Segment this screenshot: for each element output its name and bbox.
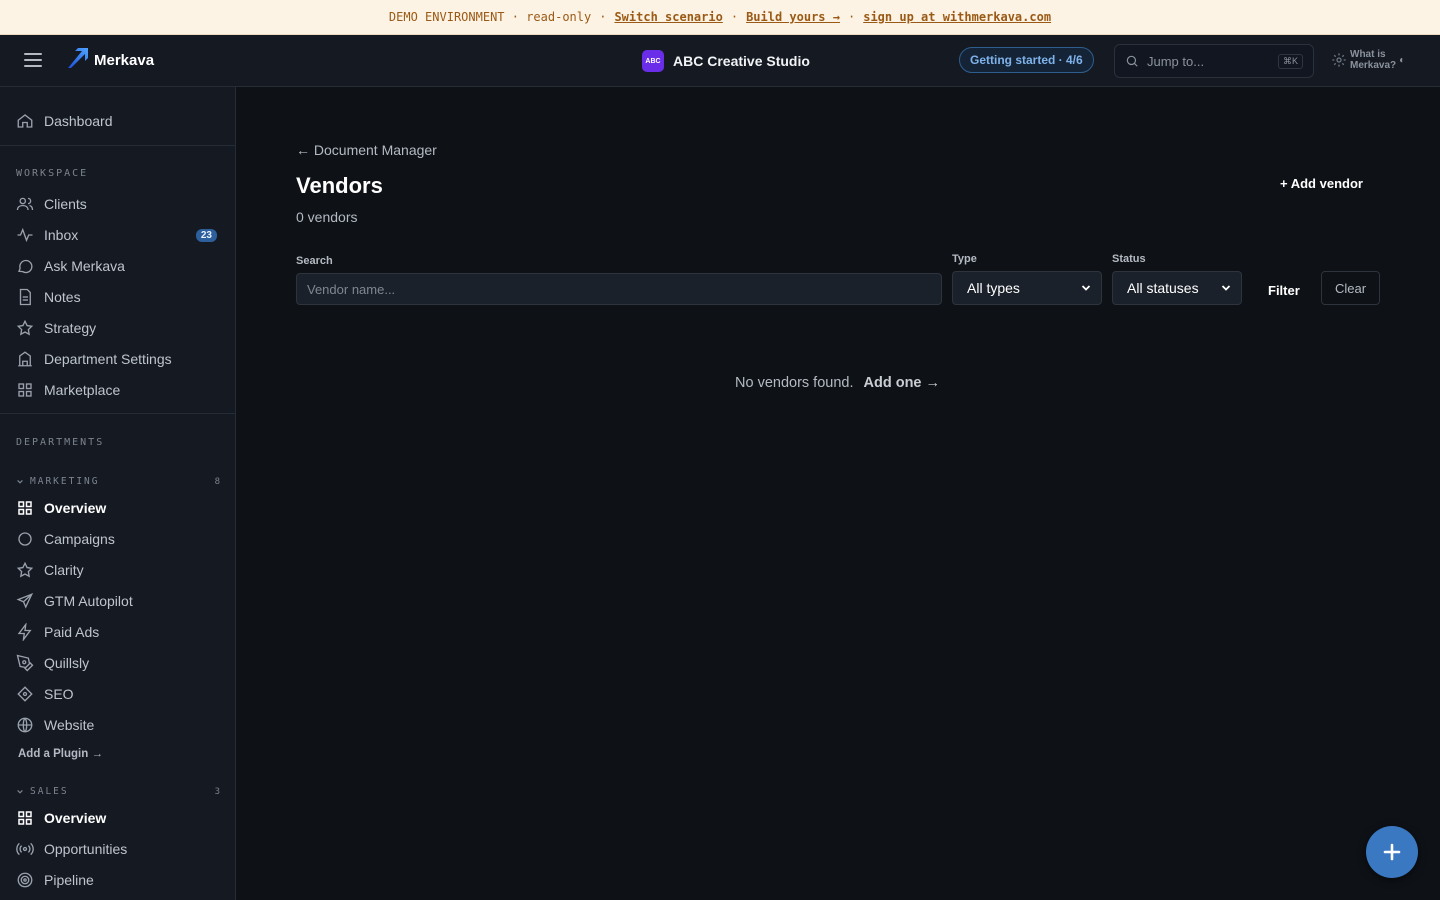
build-yours-link[interactable]: Build yours → [746,10,840,24]
pen-icon [16,654,34,672]
chevron-down-icon [1221,285,1231,291]
sidebar-item-opportunities[interactable]: Opportunities [16,837,220,861]
filter-button[interactable]: Filter [1256,275,1312,305]
getting-started-button[interactable]: Getting started · 4/6 [959,47,1094,73]
page-title: Vendors [296,173,383,198]
send-icon [16,593,34,609]
org-badge: ABC [642,50,664,72]
sidebar-item-gtm-autopilot[interactable]: GTM Autopilot [16,589,220,613]
building-icon [18,351,32,367]
grid-icon [18,501,32,515]
sidebar-item-seo[interactable]: SEO [16,682,220,706]
status-select-value: All statuses [1127,280,1199,296]
sidebar-item-quillsly[interactable]: Quillsly [16,651,220,675]
demo-banner-text: DEMO ENVIRONMENT · read-only [388,10,592,24]
signup-link[interactable]: sign up at withmerkava.com [863,10,1051,24]
chevron-down-icon [1081,285,1091,291]
separator: · [847,10,856,24]
sidebar-item-inbox[interactable]: Inbox 23 [16,223,220,247]
chevron-down-icon [17,789,23,794]
merkava-logo-icon [68,48,88,68]
sidebar: Dashboard WORKSPACE Clients Inbox 23 Ask… [0,87,236,900]
users-icon [16,197,34,211]
jump-placeholder: Jump to... [1147,53,1205,69]
status-select[interactable]: All statuses [1112,271,1242,305]
radio-icon [16,842,34,856]
document-icon [19,288,31,306]
theme-toggle-icon[interactable]: ◐ [1399,55,1405,66]
sidebar-item-website[interactable]: Website [16,713,220,737]
home-icon [17,114,33,128]
org-switcher[interactable]: ABC ABC Creative Studio [642,50,810,72]
jump-to-search[interactable]: Jump to... ⌘K [1114,44,1314,78]
separator: · [599,10,607,24]
empty-state: No vendors found. Add one → [735,375,940,391]
sales-count: 3 [214,786,220,797]
circle-icon [18,532,32,546]
departments-label: DEPARTMENTS [16,437,105,448]
zap-icon [17,623,32,641]
what-is-label: What is Merkava? [1350,49,1397,71]
chat-icon [18,259,33,274]
search-icon [1126,55,1138,67]
brand-name: Merkava [94,52,155,69]
separator: · [730,10,739,24]
sidebar-item-notes[interactable]: Notes [16,285,220,309]
status-label: Status [1112,253,1146,265]
add-vendor-button[interactable]: + Add vendor [1272,171,1371,195]
sidebar-item-pipeline[interactable]: Pipeline [16,868,220,892]
sidebar-item-paid-ads[interactable]: Paid Ads [16,620,220,644]
type-label: Type [952,253,977,265]
clear-button[interactable]: Clear [1321,271,1380,305]
add-plugin-link[interactable]: Add a Plugin → [18,748,103,760]
sidebar-item-department-settings[interactable]: Department Settings [16,347,220,371]
type-select-value: All types [967,280,1020,296]
shortcut-hint: ⌘K [1277,54,1303,69]
demo-banner: DEMO ENVIRONMENT · read-only · Switch sc… [0,0,1440,35]
sidebar-item-marketplace[interactable]: Marketplace [16,378,220,402]
sidebar-item-clarity[interactable]: Clarity [16,558,220,582]
star-icon [16,319,34,336]
vendor-search-input[interactable] [296,273,942,305]
type-select[interactable]: All types [952,271,1102,305]
back-to-document-manager-link[interactable]: ← Document Manager [296,142,437,158]
sidebar-item-sales-overview[interactable]: Overview [16,806,220,830]
sidebar-item-clients[interactable]: Clients [16,192,220,216]
workspace-label: WORKSPACE [16,168,89,179]
sidebar-item-campaigns[interactable]: Campaigns [16,527,220,551]
what-is-merkava-button[interactable]: What is Merkava? ◐ [1331,49,1405,71]
vendor-count: 0 vendors [296,209,358,225]
target-icon [17,872,33,888]
sidebar-item-ask-merkava[interactable]: Ask Merkava [16,254,220,278]
empty-state-text: No vendors found. [735,375,854,391]
brand[interactable]: Merkava [66,46,154,70]
grid-icon [18,811,32,825]
sidebar-item-marketing-overview[interactable]: Overview [16,496,220,520]
top-bar: Merkava ABC ABC Creative Studio Getting … [0,35,1440,87]
chevron-down-icon [17,479,23,484]
sales-group-toggle[interactable]: SALES 3 [16,786,220,797]
add-one-link[interactable]: Add one → [864,375,941,391]
gear-icon [1332,53,1346,67]
sidebar-item-strategy[interactable]: Strategy [16,316,220,340]
org-name: ABC Creative Studio [673,53,810,69]
marketing-count: 8 [214,476,220,487]
globe-icon [17,717,33,733]
search-label: Search [296,255,333,267]
menu-icon[interactable] [24,53,42,69]
quick-add-button[interactable] [1366,826,1418,878]
marketing-group-toggle[interactable]: MARKETING 8 [16,476,220,487]
sidebar-item-dashboard[interactable]: Dashboard [16,109,220,133]
activity-icon [17,227,33,243]
switch-scenario-link[interactable]: Switch scenario [614,10,722,24]
main-content: ← Document Manager Vendors 0 vendors + A… [236,87,1440,900]
diamond-icon [17,686,33,702]
inbox-count-badge: 23 [195,228,217,242]
plus-icon [1383,843,1401,861]
star-icon [16,561,34,578]
grid-icon [18,383,32,397]
